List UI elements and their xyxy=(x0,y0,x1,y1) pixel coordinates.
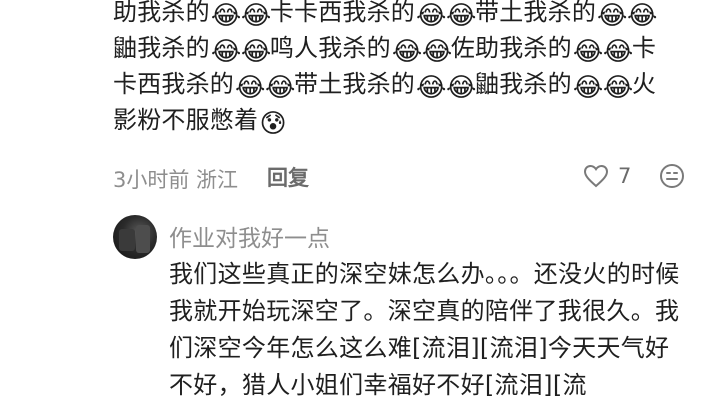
emoji-face-icon[interactable] xyxy=(658,162,686,190)
laughing-emoji-icon: 😂 xyxy=(572,37,604,67)
reply-username[interactable]: 作业对我好一点 xyxy=(169,219,330,253)
comment-text-segment: 助我杀的 xyxy=(113,0,210,26)
laughing-emoji-icon: 😂 xyxy=(235,73,266,103)
heart-outline-icon[interactable] xyxy=(582,162,610,190)
like-count: 7 xyxy=(618,164,632,188)
laughing-emoji-icon: 😂 xyxy=(421,37,453,67)
comment-text-segment: 火 xyxy=(631,70,657,98)
laughing-emoji-icon: 😂 xyxy=(391,37,423,67)
comment-time-location: 3小时前 浙江 xyxy=(113,168,239,192)
comment-text-segment: 影粉不服憋着 xyxy=(113,106,259,134)
comment-text-segment: 卡西我杀的 xyxy=(113,70,234,98)
laughing-emoji-icon: 😂 xyxy=(627,1,658,31)
laughing-emoji-icon: 😂 xyxy=(210,1,242,31)
comment-text-segment: 带土我杀的 xyxy=(294,70,415,98)
laughing-emoji-icon: 😂 xyxy=(265,73,296,103)
comment-line-1: 助我杀的😂😂卡卡西我杀的😂😂带土我杀的😂😂 xyxy=(113,0,703,30)
comment-line-2: 鼬我杀的😂😂鸣人我杀的😂😂佐助我杀的😂😂卡 xyxy=(113,30,703,66)
laughing-emoji-icon: 😂 xyxy=(240,1,272,31)
reply-text: 我们这些真正的深空妹怎么办。。。还没火的时候我就开始玩深空了。深空真的陪伴了我很… xyxy=(169,260,680,399)
comment-text: 助我杀的😂😂卡卡西我杀的😂😂带土我杀的😂😂 鼬我杀的😂😂鸣人我杀的😂😂佐助我杀的… xyxy=(113,0,703,138)
laughing-emoji-icon: 😂 xyxy=(240,37,272,67)
comment-text-segment: 带土我杀的 xyxy=(475,0,597,26)
comment-text-segment: 鼬我杀的 xyxy=(113,34,210,62)
comment-text-segment: 佐助我杀的 xyxy=(450,34,572,62)
avatar[interactable] xyxy=(113,215,157,259)
laughing-emoji-icon: 😂 xyxy=(210,37,242,67)
laughing-emoji-icon: 😂 xyxy=(446,73,477,103)
comment-text-segment: 鼬我杀的 xyxy=(475,70,572,98)
reply-button[interactable]: 回复 xyxy=(267,162,309,192)
comment-text-segment: 卡卡西我杀的 xyxy=(269,0,416,26)
laughing-emoji-icon: 😂 xyxy=(416,1,447,31)
comment-text-segment: 卡 xyxy=(631,34,657,62)
laughing-emoji-icon: 😂 xyxy=(446,1,477,31)
comment-line-4: 影粉不服憋着😰 xyxy=(113,102,703,138)
laughing-emoji-icon: 😂 xyxy=(416,73,447,103)
comment-line-3: 卡西我杀的😂😂带土我杀的😂😂鼬我杀的😂😂火 xyxy=(113,66,703,102)
crying-emoji-icon: 😰 xyxy=(259,109,287,139)
comment-meta-row: 3小时前 浙江 回复 7 xyxy=(113,160,703,194)
laughing-emoji-icon: 😂 xyxy=(597,1,628,31)
laughing-emoji-icon: 😂 xyxy=(602,73,634,103)
laughing-emoji-icon: 😂 xyxy=(602,37,634,67)
laughing-emoji-icon: 😂 xyxy=(572,73,604,103)
comment-text-segment: 鸣人我杀的 xyxy=(269,34,391,62)
